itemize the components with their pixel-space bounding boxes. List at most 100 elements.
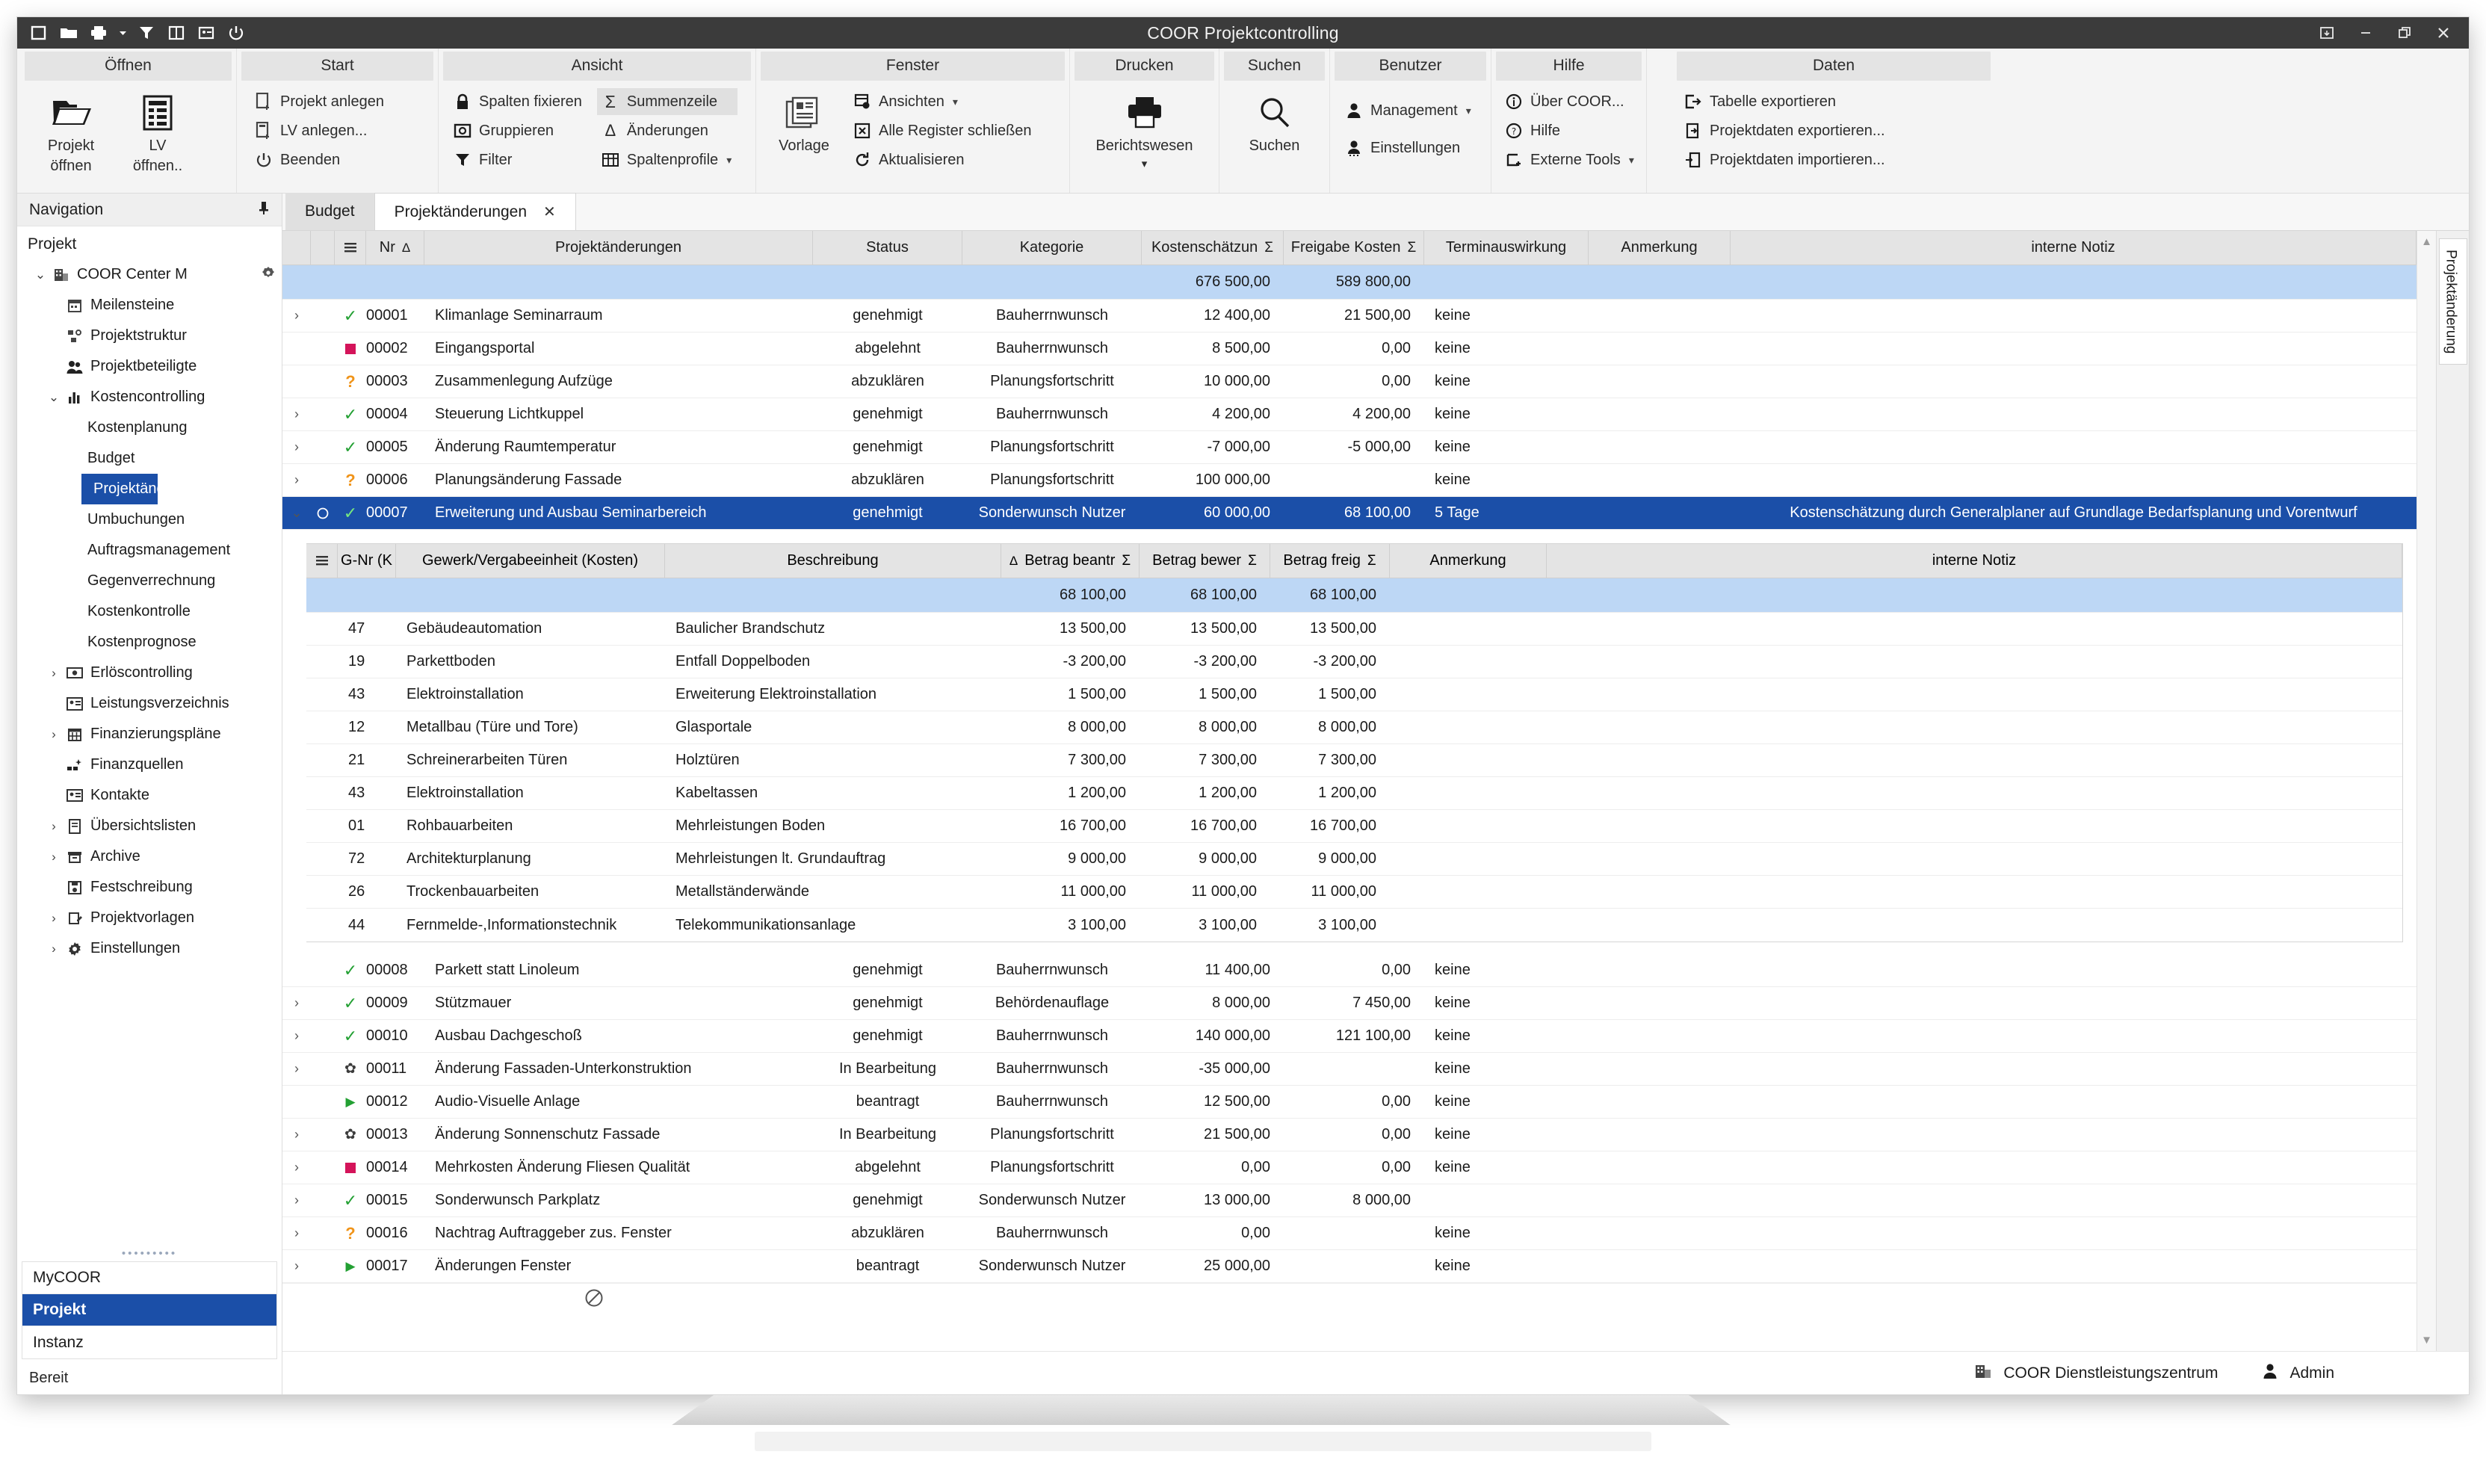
row-expander[interactable]: ›: [282, 398, 311, 430]
spaltenprofile-button[interactable]: Spaltenprofile ▾: [597, 146, 738, 173]
hilfe-button[interactable]: ? Hilfe: [1500, 117, 1640, 144]
grid-header-status[interactable]: Status: [813, 230, 962, 265]
chevron-right-icon[interactable]: ›: [44, 942, 64, 956]
row-expander[interactable]: ›: [282, 431, 311, 463]
sidebar-item-uebersichtslisten[interactable]: › Übersichtslisten: [17, 811, 282, 841]
sidebar-item-coor-center-m[interactable]: ⌄ COOR Center M: [17, 259, 282, 290]
ansichten-button[interactable]: Ansichten ▾: [849, 88, 1038, 115]
table-row[interactable]: › ? 00006 Planungsänderung Fassade abzuk…: [282, 464, 2417, 497]
close-icon[interactable]: [2425, 18, 2461, 48]
detail-header-beschreibung[interactable]: Beschreibung: [665, 543, 1001, 578]
table-row[interactable]: ? 00003 Zusammenlegung Aufzüge abzukläre…: [282, 365, 2417, 398]
sidebar-item-finanzquellen[interactable]: Finanzquellen: [17, 749, 282, 780]
table-row[interactable]: 47 Gebäudeautomation Baulicher Brandschu…: [306, 613, 2402, 646]
management-button[interactable]: Management ▾: [1341, 97, 1477, 124]
sidebar-item-auftragsmanagement[interactable]: Auftragsmanagement: [17, 535, 282, 566]
table-row[interactable]: › ✿ 00013 Änderung Sonnenschutz Fassade …: [282, 1119, 2417, 1151]
chevron-down-icon[interactable]: ⌄: [44, 390, 64, 405]
gear-icon[interactable]: [261, 265, 276, 285]
sidebar-item-finanzierungsplaene[interactable]: › Finanzierungspläne: [17, 719, 282, 749]
grid-menu-icon[interactable]: [335, 230, 366, 265]
sidebar-item-kostenkontrolle[interactable]: Kostenkontrolle: [17, 596, 282, 627]
sidebar-item-leistungsverzeichnis[interactable]: Leistungsverzeichnis: [17, 688, 282, 719]
aktualisieren-button[interactable]: Aktualisieren: [849, 146, 1038, 173]
sidebar-item-archive[interactable]: › Archive: [17, 841, 282, 872]
maximize-icon[interactable]: [2387, 18, 2422, 48]
panel-item-instanz[interactable]: Instanz: [22, 1326, 276, 1358]
grid-header-anmerkung[interactable]: Anmerkung: [1589, 230, 1731, 265]
table-row[interactable]: › 00014 Mehrkosten Änderung Fliesen Qual…: [282, 1151, 2417, 1184]
detail-header-gnr[interactable]: G-Nr (K: [338, 543, 396, 578]
summenzeile-button[interactable]: Σ Summenzeile: [596, 88, 738, 115]
panel-item-projekt[interactable]: Projekt: [22, 1294, 276, 1326]
row-expander[interactable]: ›: [282, 1217, 311, 1249]
sidebar-item-projektstruktur[interactable]: Projektstruktur: [17, 321, 282, 351]
table-row[interactable]: 43 Elektroinstallation Kabeltassen 1 200…: [306, 777, 2402, 810]
sidebar-item-kontakte[interactable]: Kontakte: [17, 780, 282, 811]
sidebar-item-projektbeteiligte[interactable]: Projektbeteiligte: [17, 351, 282, 382]
sidebar-item-meilensteine[interactable]: Meilensteine: [17, 290, 282, 321]
grid-header-kostenschaetzung[interactable]: Kostenschätzun Σ: [1142, 230, 1284, 265]
table-row[interactable]: ▶ 00012 Audio-Visuelle Anlage beantragt …: [282, 1086, 2417, 1119]
row-expander[interactable]: ›: [282, 1151, 311, 1184]
detail-header-interne-notiz[interactable]: interne Notiz: [1547, 543, 2402, 578]
card-icon[interactable]: [197, 23, 216, 43]
close-icon[interactable]: ✕: [543, 202, 556, 221]
table-row[interactable]: 01 Rohbauarbeiten Mehrleistungen Boden 1…: [306, 810, 2402, 843]
table-row[interactable]: 00002 Eingangsportal abgelehnt Bauherrnw…: [282, 333, 2417, 365]
filter-icon[interactable]: [137, 23, 156, 43]
grid-header-projektaenderungen[interactable]: Projektänderungen: [424, 230, 813, 265]
sidebar-item-kostenprognose[interactable]: Kostenprognose: [17, 627, 282, 658]
grid-header-kategorie[interactable]: Kategorie: [962, 230, 1142, 265]
sidebar-item-festschreibung[interactable]: Festschreibung: [17, 872, 282, 903]
detail-header-anmerkung[interactable]: Anmerkung: [1390, 543, 1547, 578]
sidebar-item-umbuchungen[interactable]: Umbuchungen: [17, 504, 282, 535]
scroll-track[interactable]: [2417, 253, 2436, 1329]
grid-menu-icon[interactable]: [306, 543, 338, 578]
detail-header-betrag-bewertet[interactable]: Betrag bewer Σ: [1140, 543, 1270, 578]
externe-tools-button[interactable]: Externe Tools ▾: [1500, 146, 1640, 173]
chevron-down-icon[interactable]: ⌄: [31, 268, 50, 282]
row-expander[interactable]: [282, 954, 311, 986]
vertical-tab-projektaenderung[interactable]: Projektänderung: [2438, 238, 2467, 365]
power-icon[interactable]: [226, 23, 246, 43]
row-expander[interactable]: ›: [282, 300, 311, 332]
table-row[interactable]: ✓ 00008 Parkett statt Linoleum genehmigt…: [282, 954, 2417, 987]
table-row[interactable]: › ✓ 00004 Steuerung Lichtkuppel genehmig…: [282, 398, 2417, 431]
row-expander[interactable]: ›: [282, 987, 311, 1019]
print-icon[interactable]: [89, 23, 108, 43]
quick-access-dropdown-caret[interactable]: [119, 23, 126, 43]
chevron-right-icon[interactable]: ›: [44, 727, 64, 742]
table-row[interactable]: › ✓ 00015 Sonderwunsch Parkplatz genehmi…: [282, 1184, 2417, 1217]
tab-projektaenderungen[interactable]: Projektänderungen ✕: [374, 193, 576, 230]
chevron-right-icon[interactable]: ›: [44, 819, 64, 834]
scroll-up-icon[interactable]: ▲: [2421, 231, 2432, 253]
lv-anlegen-button[interactable]: LV anlegen...: [250, 117, 390, 144]
pin-icon[interactable]: [258, 201, 270, 219]
spalten-fixieren-button[interactable]: Spalten fixieren: [449, 88, 588, 115]
chevron-right-icon[interactable]: ›: [44, 911, 64, 926]
berichtswesen-button[interactable]: Berichtswesen ▾: [1079, 87, 1210, 170]
sidebar-item-erloescontrolling[interactable]: › Erlöscontrolling: [17, 658, 282, 688]
tab-budget[interactable]: Budget: [285, 193, 374, 230]
table-row[interactable]: 21 Schreinerarbeiten Türen Holztüren 7 3…: [306, 744, 2402, 777]
row-expander[interactable]: [282, 333, 311, 365]
chevron-right-icon[interactable]: ›: [44, 850, 64, 865]
grid-vertical-scrollbar[interactable]: ▲ ▼: [2417, 231, 2436, 1351]
row-expander[interactable]: ›: [282, 1250, 311, 1282]
ueber-coor-button[interactable]: Über COOR...: [1500, 88, 1640, 115]
sidebar-item-projektaenderungen[interactable]: Projektänderungen: [81, 474, 220, 504]
projekt-oeffnen-button[interactable]: Projekt öffnen: [29, 87, 113, 175]
report-icon[interactable]: [167, 23, 186, 43]
table-row[interactable]: › ✓ 00001 Klimanlage Seminarraum genehmi…: [282, 300, 2417, 333]
filter-button[interactable]: Filter: [449, 146, 588, 173]
row-expander[interactable]: [282, 365, 311, 398]
sidebar-item-einstellungen[interactable]: › Einstellungen: [17, 933, 282, 964]
table-row[interactable]: 44 Fernmelde-,Informationstechnik Teleko…: [306, 909, 2402, 942]
berichtswesen-caret[interactable]: ▾: [1142, 158, 1148, 170]
sidebar-item-projektvorlagen[interactable]: › Projektvorlagen: [17, 903, 282, 933]
alle-register-schliessen-button[interactable]: Alle Register schließen: [849, 117, 1038, 144]
gruppieren-button[interactable]: Gruppieren: [449, 117, 588, 144]
table-row[interactable]: › ✓ 00009 Stützmauer genehmigt Behördena…: [282, 987, 2417, 1020]
beenden-button[interactable]: Beenden: [250, 146, 390, 173]
